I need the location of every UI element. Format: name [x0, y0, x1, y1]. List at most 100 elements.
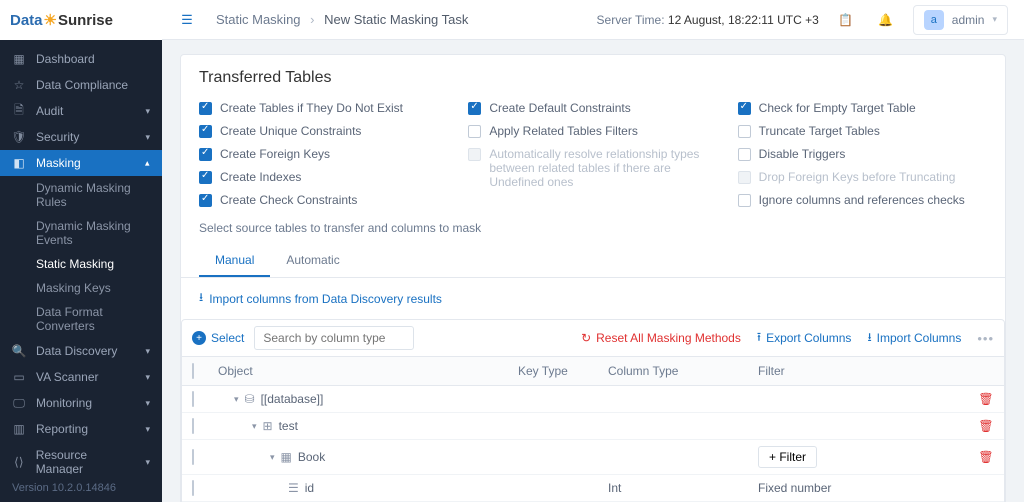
chevron-up-icon: ▾: [145, 158, 150, 169]
row-checkbox[interactable]: [192, 480, 194, 496]
sub-dynamic-events[interactable]: Dynamic Masking Events: [0, 214, 162, 252]
row-checkbox[interactable]: [192, 391, 194, 407]
database-icon: ⛁: [245, 392, 255, 406]
sub-format-converters[interactable]: Data Format Converters: [0, 300, 162, 338]
upload-icon: ⭱: [757, 328, 761, 349]
code-icon: ⟨⟩: [12, 455, 26, 469]
delete-icon[interactable]: 🗑: [978, 450, 993, 464]
checkbox[interactable]: [199, 125, 212, 138]
bell-icon[interactable]: 🔔: [873, 7, 899, 33]
scan-icon: ▭: [12, 370, 26, 384]
checkbox[interactable]: [738, 102, 751, 115]
col-keytype: Key Type: [508, 357, 598, 386]
export-columns-link[interactable]: ⭱ Export Columns: [757, 328, 852, 349]
shield-icon: 🛡: [12, 130, 26, 144]
column-icon: ☰: [288, 481, 299, 495]
caret-icon[interactable]: ▾: [252, 421, 257, 432]
clipboard-icon[interactable]: 📋: [833, 7, 859, 33]
transferred-tables-panel: Transferred Tables Create Tables if They…: [180, 54, 1006, 502]
collapse-sidebar-button[interactable]: ☰: [174, 7, 200, 33]
username: admin: [952, 13, 985, 27]
checkbox[interactable]: [199, 102, 212, 115]
sun-icon: ☀: [44, 11, 57, 29]
delete-icon[interactable]: 🗑: [978, 419, 993, 433]
option-row: Check for Empty Target Table: [738, 101, 987, 115]
download-icon: ⭳: [867, 328, 871, 349]
columns-table-wrap: + Select ↻ Reset All Masking Methods ⭱: [181, 319, 1005, 502]
checkbox[interactable]: [738, 148, 751, 161]
sidebar-item-compliance[interactable]: ☆Data Compliance: [0, 72, 162, 98]
import-columns-link[interactable]: ⭳ Import Columns: [867, 328, 961, 349]
option-label: Create Check Constraints: [220, 193, 357, 207]
checkbox[interactable]: [199, 171, 212, 184]
reset-methods-link[interactable]: ↻ Reset All Masking Methods: [581, 331, 741, 345]
col-coltype: Column Type: [598, 357, 748, 386]
tab-manual[interactable]: Manual: [199, 245, 270, 277]
option-label: Apply Related Tables Filters: [489, 124, 638, 138]
mode-tabs: Manual Automatic: [181, 245, 1005, 278]
options-col-3: Check for Empty Target Table Truncate Tar…: [738, 101, 987, 207]
hint-text: Select source tables to transfer and col…: [199, 221, 987, 235]
row-checkbox[interactable]: [192, 449, 194, 465]
search-input[interactable]: [254, 326, 414, 350]
chart-icon: ▥: [12, 422, 26, 436]
checkbox[interactable]: [738, 194, 751, 207]
sidebar-item-reporting[interactable]: ▥Reporting▾: [0, 416, 162, 442]
options-grid: Create Tables if They Do Not Exist Create…: [199, 101, 987, 207]
star-icon: ☆: [12, 78, 26, 92]
option-label: Create Default Constraints: [489, 101, 630, 115]
option-label: Drop Foreign Keys before Truncating: [759, 170, 956, 184]
import-discovery-link[interactable]: ⭳ Import columns from Data Discovery res…: [199, 288, 987, 309]
checkbox[interactable]: [738, 125, 751, 138]
sidebar-item-masking[interactable]: ◧Masking▾: [0, 150, 162, 176]
sidebar-item-dashboard[interactable]: ▦Dashboard: [0, 46, 162, 72]
sidebar-item-resource[interactable]: ⟨⟩Resource Manager▾: [0, 442, 162, 474]
checkbox[interactable]: [468, 125, 481, 138]
tab-automatic[interactable]: Automatic: [270, 245, 355, 277]
checkbox[interactable]: [199, 194, 212, 207]
row-checkbox[interactable]: [192, 418, 194, 434]
select-button[interactable]: + Select: [192, 331, 244, 345]
caret-icon[interactable]: ▾: [270, 452, 275, 463]
option-label: Check for Empty Target Table: [759, 101, 916, 115]
checkbox[interactable]: [199, 148, 212, 161]
option-label: Create Unique Constraints: [220, 124, 361, 138]
delete-icon[interactable]: 🗑: [978, 392, 993, 406]
option-row: Drop Foreign Keys before Truncating: [738, 170, 987, 184]
more-menu[interactable]: •••: [977, 331, 994, 346]
sub-static-masking[interactable]: Static Masking: [0, 252, 162, 276]
breadcrumb-current: New Static Masking Task: [324, 12, 468, 27]
sidebar-item-security[interactable]: 🛡Security▾: [0, 124, 162, 150]
sidebar-item-audit[interactable]: 🗎Audit▾: [0, 98, 162, 124]
sidebar-item-vascanner[interactable]: ▭VA Scanner▾: [0, 364, 162, 390]
table-row: ▾▦Book + Filter 🗑: [182, 440, 1004, 475]
breadcrumb-static[interactable]: Static Masking: [216, 12, 301, 27]
table-row: ▾⊞test 🗑: [182, 413, 1004, 440]
option-label: Truncate Target Tables: [759, 124, 880, 138]
option-row: Apply Related Tables Filters: [468, 124, 717, 138]
caret-icon[interactable]: ▾: [234, 394, 239, 405]
checkbox: [738, 171, 751, 184]
option-row: Create Indexes: [199, 170, 448, 184]
server-time: Server Time: 12 August, 18:22:11 UTC +3: [597, 13, 819, 27]
option-label: Automatically resolve relationship types…: [489, 147, 717, 189]
option-row: Ignore columns and references checks: [738, 193, 987, 207]
version-label: Version 10.2.0.14846: [0, 474, 162, 502]
sidebar-item-monitoring[interactable]: 🖵Monitoring▾: [0, 390, 162, 416]
add-filter-button[interactable]: + Filter: [758, 446, 817, 468]
sidebar-item-discovery[interactable]: 🔍Data Discovery▾: [0, 338, 162, 364]
checkbox[interactable]: [468, 102, 481, 115]
nav: ▦Dashboard ☆Data Compliance 🗎Audit▾ 🛡Sec…: [0, 40, 162, 474]
sub-dynamic-rules[interactable]: Dynamic Masking Rules: [0, 176, 162, 214]
logo: Data☀Sunrise: [0, 0, 162, 40]
sub-masking-keys[interactable]: Masking Keys: [0, 276, 162, 300]
chevron-down-icon: ▾: [145, 398, 150, 409]
option-row: Create Tables if They Do Not Exist: [199, 101, 448, 115]
option-row: Automatically resolve relationship types…: [468, 147, 717, 189]
refresh-icon: ↻: [581, 331, 591, 345]
checkbox-header[interactable]: [192, 363, 194, 379]
breadcrumb: Static Masking › New Static Masking Task: [216, 12, 468, 27]
topbar: ☰ Static Masking › New Static Masking Ta…: [162, 0, 1024, 40]
schema-icon: ⊞: [263, 419, 273, 433]
user-menu[interactable]: a admin ▾: [913, 5, 1008, 35]
